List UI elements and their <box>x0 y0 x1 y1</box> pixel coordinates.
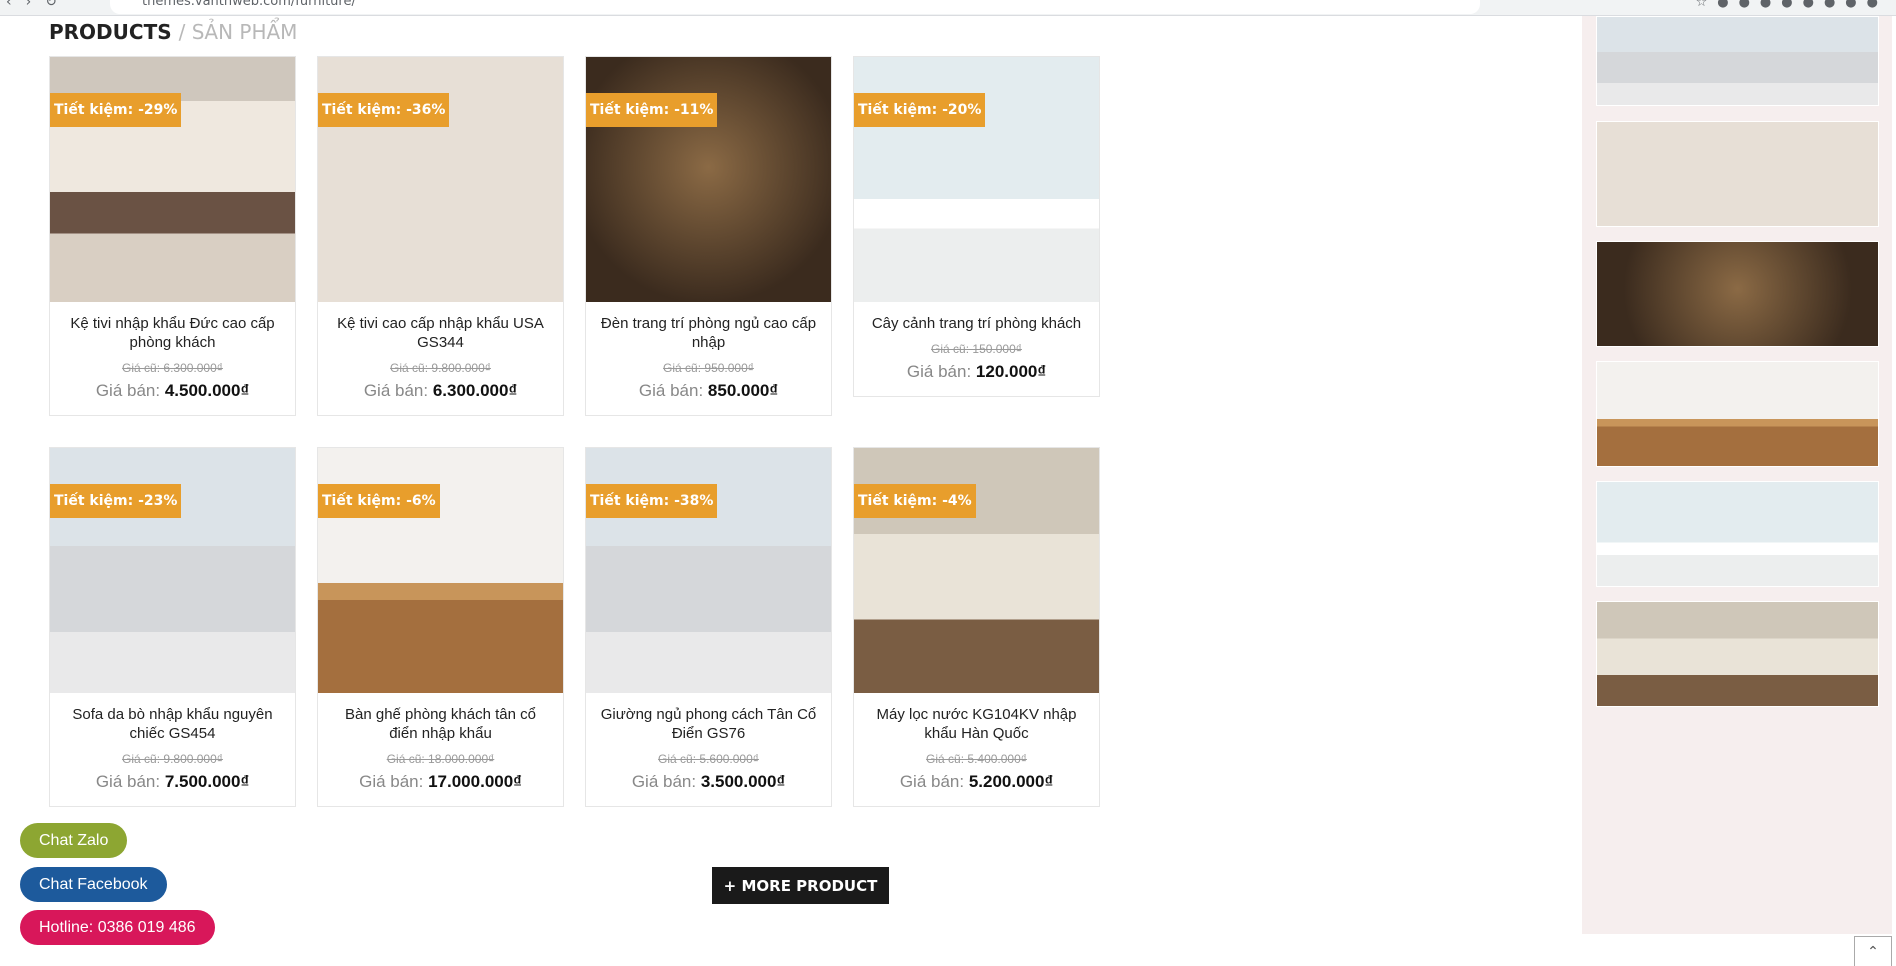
sale-price: Giá bán: 6.300.000₫ <box>318 381 563 401</box>
chat-facebook-button[interactable]: Chat Facebook <box>20 867 167 902</box>
price-label: Giá bán: <box>95 772 161 791</box>
price-label: Giá bán: <box>638 381 704 400</box>
sidebar-thumb[interactable] <box>1596 241 1879 347</box>
price-value: 7.500.000₫ <box>164 772 250 791</box>
price-label: Giá bán: <box>899 772 965 791</box>
product-name[interactable]: Đèn trang trí phòng ngủ cao cấp nhập <box>586 302 831 352</box>
product-card[interactable]: Tiết kiệm: -38% Giường ngủ phong cách Tâ… <box>585 447 832 807</box>
sidebar-gallery <box>1582 16 1892 934</box>
hotline-button[interactable]: Hotline: 0386 019 486 <box>20 910 215 945</box>
product-card[interactable]: Tiết kiệm: -6% Bàn ghế phòng khách tân c… <box>317 447 564 807</box>
product-name[interactable]: Giường ngủ phong cách Tân Cổ Điển GS76 <box>586 693 831 743</box>
product-name[interactable]: Sofa da bò nhập khẩu nguyên chiếc GS454 <box>50 693 295 743</box>
product-name[interactable]: Cây cảnh trang trí phòng khách <box>854 302 1099 333</box>
price-value: 3.500.000₫ <box>700 772 786 791</box>
extension-icons[interactable]: ☆●●●●●●●● <box>1696 0 1888 10</box>
sidebar-thumb[interactable] <box>1596 601 1879 707</box>
more-product-button[interactable]: + MORE PRODUCT <box>712 867 889 904</box>
product-name[interactable]: Kệ tivi nhập khẩu Đức cao cấp phòng khác… <box>50 302 295 352</box>
discount-badge: Tiết kiệm: -4% <box>854 484 976 518</box>
scroll-top-button[interactable]: ⌃ <box>1854 936 1892 966</box>
sale-price: Giá bán: 17.000.000₫ <box>318 772 563 792</box>
product-card[interactable]: Tiết kiệm: -20% Cây cảnh trang trí phòng… <box>853 56 1100 397</box>
browser-nav-icons[interactable]: ‹›↻ <box>6 0 71 10</box>
old-price: Giá cũ: 9.800.000₫ <box>122 752 223 766</box>
edison-bulbs-image <box>1597 242 1878 346</box>
product-name[interactable]: Máy lọc nước KG104KV nhập khẩu Hàn Quốc <box>854 693 1099 743</box>
browser-toolbar: ‹›↻ themes.vanthweb.com/furniture/ ☆●●●●… <box>0 0 1896 16</box>
sale-price: Giá bán: 3.500.000₫ <box>586 772 831 792</box>
restaurant-image <box>1597 602 1878 706</box>
old-price: Giá cũ: 5.400.000₫ <box>926 752 1027 766</box>
product-image[interactable]: Tiết kiệm: -11% <box>586 57 831 302</box>
discount-badge: Tiết kiệm: -6% <box>318 484 440 518</box>
product-image[interactable]: Tiết kiệm: -36% <box>318 57 563 302</box>
sidebar-thumb[interactable] <box>1596 121 1879 227</box>
sale-price: Giá bán: 850.000₫ <box>586 381 831 401</box>
price-label: Giá bán: <box>95 381 161 400</box>
price-value: 120.000₫ <box>975 362 1047 381</box>
old-price: Giá cũ: 150.000₫ <box>931 342 1022 356</box>
sale-price: Giá bán: 7.500.000₫ <box>50 772 295 792</box>
price-label: Giá bán: <box>631 772 697 791</box>
discount-badge: Tiết kiệm: -23% <box>50 484 182 518</box>
old-price: Giá cũ: 950.000₫ <box>663 361 754 375</box>
product-card[interactable]: Tiết kiệm: -11% Đèn trang trí phòng ngủ … <box>585 56 832 416</box>
discount-badge: Tiết kiệm: -11% <box>586 93 718 127</box>
product-card[interactable]: Tiết kiệm: -23% Sofa da bò nhập khẩu ngu… <box>49 447 296 807</box>
sidebar-thumb[interactable] <box>1596 481 1879 587</box>
old-price: Giá cũ: 18.000.000₫ <box>386 752 495 766</box>
dining-set-image <box>1597 362 1878 466</box>
discount-badge: Tiết kiệm: -29% <box>50 93 182 127</box>
address-bar[interactable]: themes.vanthweb.com/furniture/ <box>110 0 1480 14</box>
sale-price: Giá bán: 5.200.000₫ <box>854 772 1099 792</box>
product-name[interactable]: Bàn ghế phòng khách tân cổ điển nhập khẩ… <box>318 693 563 743</box>
chat-zalo-button[interactable]: Chat Zalo <box>20 823 128 858</box>
main-content: PRODUCTS / SẢN PHẨM Tiết kiệm: -29% Kệ t… <box>0 16 1575 966</box>
price-value: 17.000.000₫ <box>428 772 522 791</box>
product-name[interactable]: Kệ tivi cao cấp nhập khẩu USA GS344 <box>318 302 563 352</box>
product-card[interactable]: Tiết kiệm: -4% Máy lọc nước KG104KV nhập… <box>853 447 1100 807</box>
sidebar-thumb[interactable] <box>1596 361 1879 467</box>
tv-shelf-image <box>1597 122 1878 226</box>
old-price: Giá cũ: 6.300.000₫ <box>122 361 223 375</box>
discount-badge: Tiết kiệm: -38% <box>586 484 718 518</box>
grey-sofa-image <box>1597 17 1878 105</box>
price-value: 6.300.000₫ <box>432 381 518 400</box>
old-price: Giá cũ: 9.800.000₫ <box>390 361 491 375</box>
product-image[interactable]: Tiết kiệm: -6% <box>318 448 563 693</box>
product-image[interactable]: Tiết kiệm: -23% <box>50 448 295 693</box>
product-card[interactable]: Tiết kiệm: -36% Kệ tivi cao cấp nhập khẩ… <box>317 56 564 416</box>
product-image[interactable]: Tiết kiệm: -29% <box>50 57 295 302</box>
product-image[interactable]: Tiết kiệm: -20% <box>854 57 1099 302</box>
product-card[interactable]: Tiết kiệm: -29% Kệ tivi nhập khẩu Đức ca… <box>49 56 296 416</box>
product-image[interactable]: Tiết kiệm: -4% <box>854 448 1099 693</box>
sidebar-thumb[interactable] <box>1596 16 1879 106</box>
sale-price: Giá bán: 4.500.000₫ <box>50 381 295 401</box>
section-title-en: PRODUCTS <box>49 20 172 44</box>
price-value: 4.500.000₫ <box>164 381 250 400</box>
price-label: Giá bán: <box>359 772 424 791</box>
potted-plants-image <box>1597 482 1878 586</box>
old-price: Giá cũ: 5.600.000₫ <box>658 752 759 766</box>
discount-badge: Tiết kiệm: -36% <box>318 93 450 127</box>
price-label: Giá bán: <box>363 381 429 400</box>
page: ‹›↻ themes.vanthweb.com/furniture/ ☆●●●●… <box>0 0 1896 966</box>
price-value: 850.000₫ <box>707 381 779 400</box>
price-value: 5.200.000₫ <box>968 772 1054 791</box>
sale-price: Giá bán: 120.000₫ <box>854 362 1099 382</box>
section-title: PRODUCTS / SẢN PHẨM <box>49 20 297 44</box>
product-image[interactable]: Tiết kiệm: -38% <box>586 448 831 693</box>
discount-badge: Tiết kiệm: -20% <box>854 93 986 127</box>
price-label: Giá bán: <box>906 362 972 381</box>
section-title-vi: / SẢN PHẨM <box>178 20 298 44</box>
chevron-up-icon: ⌃ <box>1867 944 1879 960</box>
